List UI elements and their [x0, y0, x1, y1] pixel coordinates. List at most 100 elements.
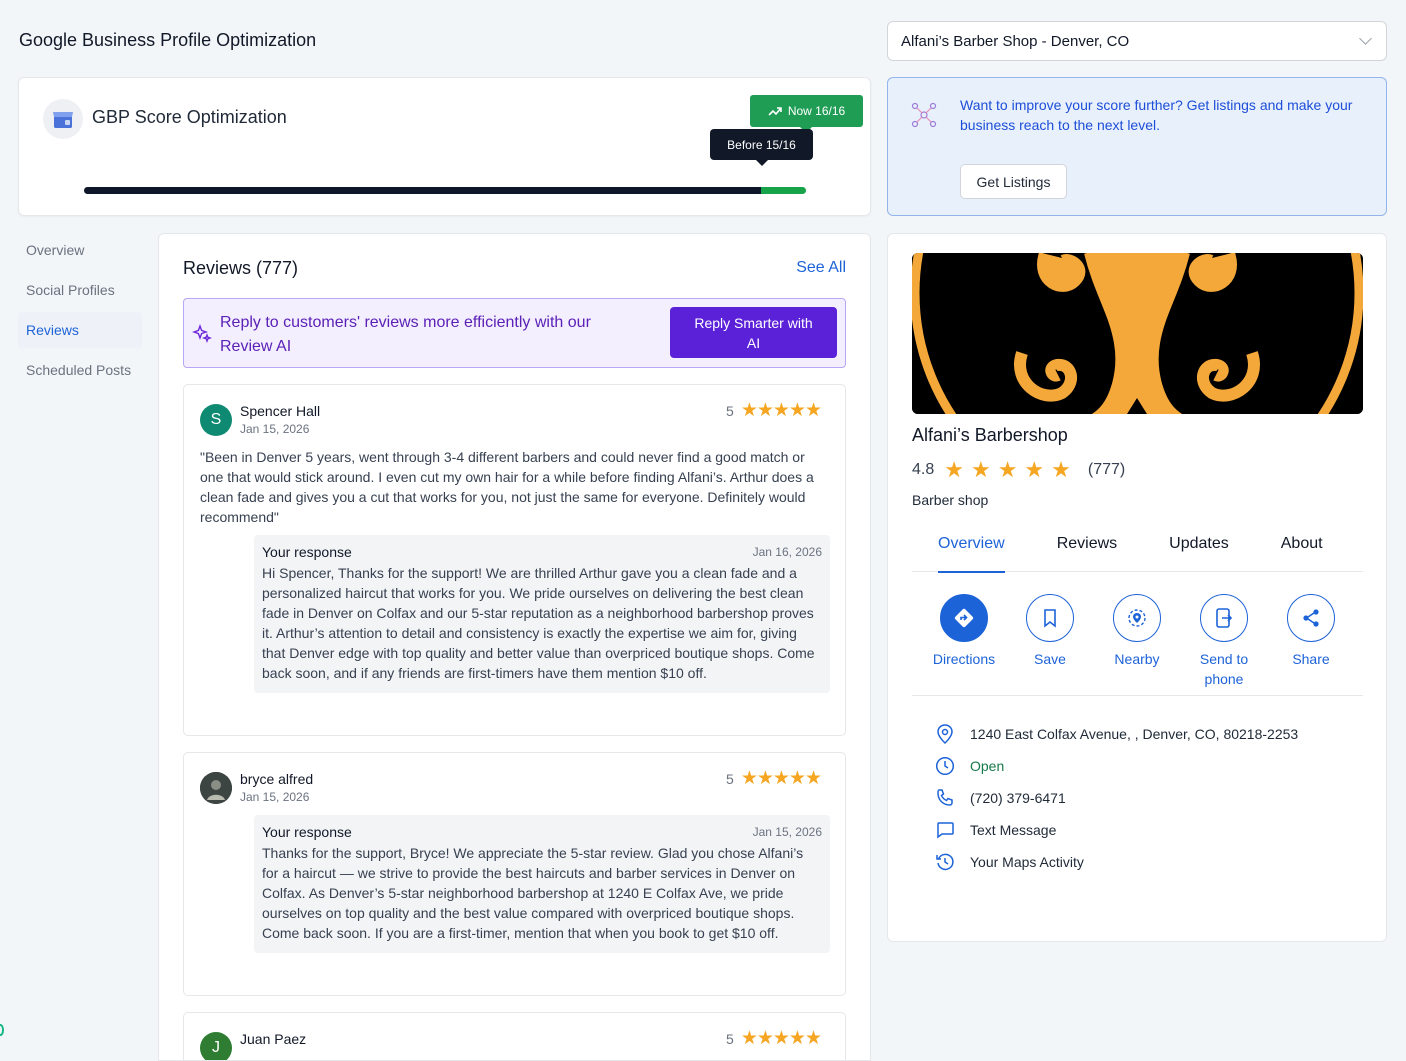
- response-label: Your response: [262, 544, 352, 560]
- score-progress-bar: [84, 187, 806, 194]
- avatar: J: [200, 1032, 232, 1060]
- chevron-down-icon: [1359, 32, 1372, 45]
- store-icon: [43, 99, 83, 139]
- nearby-icon: [1113, 594, 1161, 642]
- avatar: [200, 772, 232, 804]
- phone-icon: [934, 788, 956, 808]
- star-rating-icon: ★★★★★: [740, 768, 822, 789]
- sparkles-icon: [191, 323, 213, 348]
- response-date: Jan 16, 2026: [752, 545, 822, 559]
- review-date: Jan 15, 2026: [240, 422, 310, 436]
- review-rating: 5 ★★★★★: [726, 768, 822, 789]
- review-count: (777): [1087, 461, 1126, 478]
- business-selector-value: Alfani’s Barber Shop - Denver, CO: [901, 32, 1130, 50]
- tab-about[interactable]: About: [1281, 526, 1323, 572]
- business-profile-card: Alfani’s Barbershop 4.8 ★★★★★ (777) Barb…: [887, 233, 1387, 942]
- response-label: Your response: [262, 824, 352, 840]
- avatar: S: [200, 404, 232, 436]
- star-rating-icon: ★★★★★: [740, 400, 822, 421]
- business-info-list: 1240 East Colfax Avenue, , Denver, CO, 8…: [934, 718, 1298, 878]
- reviews-panel: Reviews (777) See All Reply to customers…: [158, 233, 871, 1061]
- review-response: Your response Jan 16, 2026 Hi Spencer, T…: [254, 535, 830, 693]
- business-name: Alfani’s Barbershop: [912, 425, 1068, 445]
- phone-number: (720) 379-6471: [970, 790, 1066, 806]
- share-label: Share: [1292, 651, 1330, 667]
- review-text: "Been in Denver 5 years, went through 3-…: [200, 449, 814, 525]
- save-button[interactable]: Save: [1005, 594, 1095, 669]
- reviews-title: Reviews (777): [183, 258, 299, 278]
- nav-item-social-profiles[interactable]: Social Profiles: [18, 272, 142, 308]
- maps-activity-row[interactable]: Your Maps Activity: [934, 846, 1298, 878]
- review-card: J Juan Paez 5 ★★★★★: [183, 1012, 846, 1060]
- history-icon: [934, 852, 956, 872]
- hours-status: Open: [970, 758, 1005, 774]
- review-ai-banner: Reply to customers' reviews more efficie…: [183, 298, 846, 368]
- review-rating: 5 ★★★★★: [726, 1028, 822, 1049]
- share-button[interactable]: Share: [1266, 594, 1356, 669]
- phone-row[interactable]: (720) 379-6471: [934, 782, 1298, 814]
- see-all-link[interactable]: See All: [796, 259, 846, 277]
- review-rating: 5 ★★★★★: [726, 400, 822, 421]
- listings-promo-card: Want to improve your score further? Get …: [887, 77, 1387, 216]
- tab-overview[interactable]: Overview: [938, 526, 1005, 573]
- nearby-button[interactable]: Nearby: [1092, 594, 1182, 669]
- star-rating-icon: ★★★★★: [740, 1028, 822, 1049]
- side-nav: Overview Social Profiles Reviews Schedul…: [18, 232, 142, 392]
- rating-value: 5: [726, 771, 734, 787]
- share-icon: [1287, 594, 1335, 642]
- review-card: S Spencer Hall Jan 15, 2026 5 ★★★★★ "Bee…: [183, 384, 846, 736]
- location-pin-icon: [934, 724, 956, 744]
- business-logo-image: [912, 253, 1363, 414]
- now-score-label: Now 16/16: [787, 104, 846, 118]
- directions-icon: [940, 594, 988, 642]
- send-to-phone-button[interactable]: Send to phone: [1179, 594, 1269, 689]
- directions-button[interactable]: Directions: [919, 594, 1009, 669]
- review-card: bryce alfred Jan 15, 2026 5 ★★★★★ Your r…: [183, 752, 846, 996]
- nav-item-scheduled-posts[interactable]: Scheduled Posts: [18, 352, 142, 388]
- help-widget-icon[interactable]: [0, 1024, 4, 1036]
- review-ai-text: Reply to customers' reviews more efficie…: [220, 314, 591, 355]
- address-row[interactable]: 1240 East Colfax Avenue, , Denver, CO, 8…: [934, 718, 1298, 750]
- reviewer-name: bryce alfred: [240, 771, 314, 787]
- tab-updates[interactable]: Updates: [1169, 526, 1229, 572]
- reviewer-name: Spencer Hall: [240, 403, 321, 419]
- bookmark-icon: [1026, 594, 1074, 642]
- save-label: Save: [1034, 651, 1066, 667]
- hours-row[interactable]: Open: [934, 750, 1298, 782]
- business-tabs: Overview Reviews Updates About: [912, 526, 1363, 573]
- tab-reviews[interactable]: Reviews: [1057, 526, 1117, 572]
- reply-smarter-button[interactable]: Reply Smarter with AI: [670, 307, 837, 358]
- score-title: GBP Score Optimization: [92, 107, 287, 127]
- network-icon: [910, 101, 938, 134]
- business-selector[interactable]: Alfani’s Barber Shop - Denver, CO: [887, 21, 1387, 61]
- business-rating: 4.8 ★★★★★ (777): [912, 457, 1126, 482]
- clock-icon: [934, 756, 956, 776]
- now-score-badge: Now 16/16: [750, 95, 863, 133]
- response-date: Jan 15, 2026: [752, 825, 822, 839]
- progress-gain-fill: [760, 187, 806, 194]
- get-listings-button[interactable]: Get Listings: [960, 164, 1067, 199]
- listings-message: Want to improve your score further? Get …: [960, 97, 1353, 133]
- page-title: Google Business Profile Optimization: [19, 30, 317, 50]
- text-message-row[interactable]: Text Message: [934, 814, 1298, 846]
- nav-item-reviews[interactable]: Reviews: [18, 312, 142, 348]
- rating-value: 5: [726, 403, 734, 419]
- trending-up-icon: [768, 107, 782, 116]
- response-text: Thanks for the support, Bryce! We apprec…: [262, 845, 804, 941]
- nav-item-overview[interactable]: Overview: [18, 232, 142, 268]
- before-score-label: Before 15/16: [727, 137, 796, 152]
- rating-value: 4.8: [912, 461, 935, 478]
- phone-send-icon: [1200, 594, 1248, 642]
- star-rating-icon: ★★★★★: [944, 457, 1078, 482]
- business-category: Barber shop: [912, 492, 989, 508]
- score-card: GBP Score Optimization Now 16/16 Before …: [18, 77, 871, 216]
- review-date: Jan 15, 2026: [240, 790, 310, 804]
- nearby-label: Nearby: [1114, 651, 1160, 667]
- business-actions: Directions Save Nearby Send to phone Sha…: [912, 594, 1363, 696]
- rating-value: 5: [726, 1031, 734, 1047]
- progress-before-fill: [84, 187, 761, 194]
- reviewer-name: Juan Paez: [240, 1031, 307, 1047]
- text-message-label: Text Message: [970, 822, 1057, 838]
- before-score-tooltip: Before 15/16: [710, 129, 813, 166]
- maps-activity-label: Your Maps Activity: [970, 854, 1084, 870]
